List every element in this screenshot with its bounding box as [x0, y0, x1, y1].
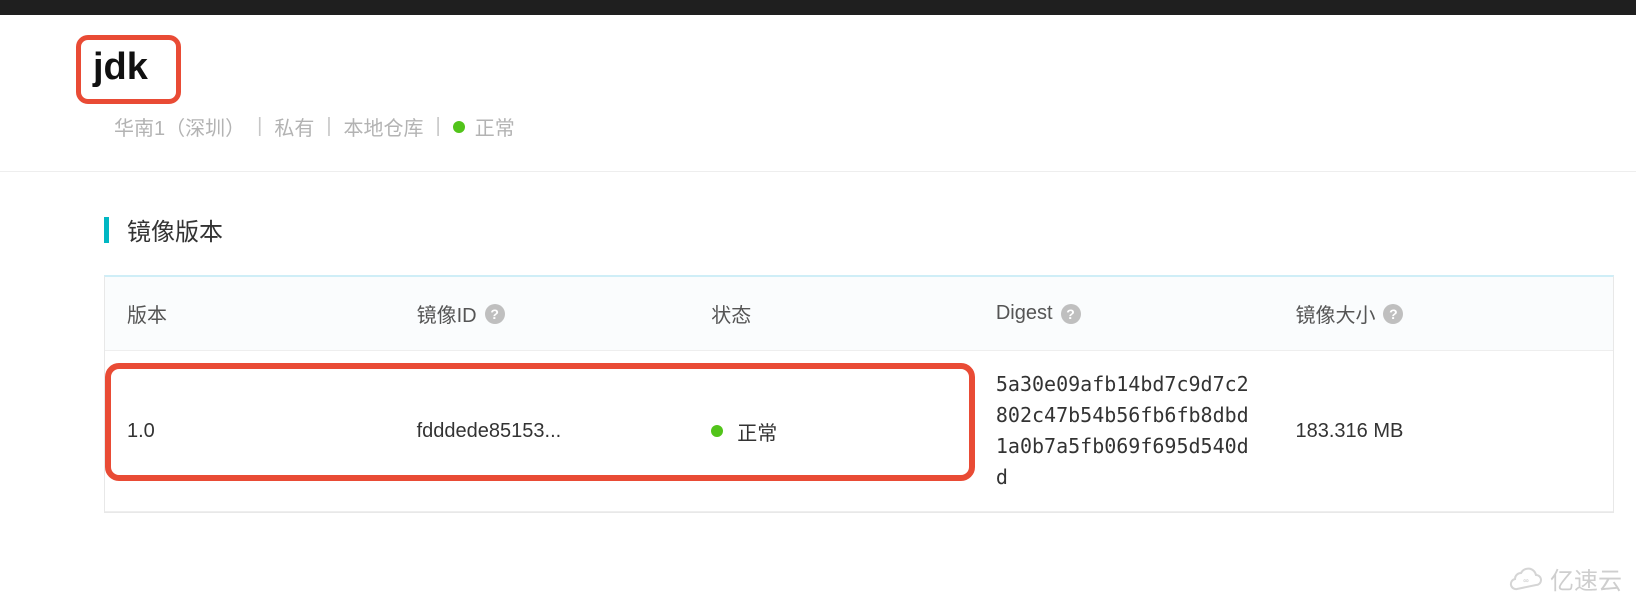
th-size[interactable]: 镜像大小 ?	[1273, 299, 1613, 328]
cell-digest: 5a30e09afb14bd7c9d7c2802c47b54b56fb6fb8d…	[974, 351, 1274, 511]
header: jdk 华南1（深圳） | 私有 | 本地仓库 | 正常	[0, 15, 1636, 172]
cloud-icon: ∞	[1508, 567, 1544, 591]
section-title: 镜像版本	[104, 212, 1636, 247]
top-bar	[0, 0, 1636, 15]
content: 镜像版本 版本 镜像ID ? 状态 Digest ? 镜像大小 ?	[0, 172, 1636, 513]
status-dot-icon	[711, 425, 723, 437]
cell-version-value: 1.0	[127, 420, 155, 443]
watermark-text: 亿速云	[1550, 561, 1622, 596]
th-version-label: 版本	[127, 299, 167, 328]
title-highlight-box: jdk	[76, 35, 181, 104]
help-icon[interactable]: ?	[485, 304, 505, 324]
meta-line: 华南1（深圳） | 私有 | 本地仓库 | 正常	[114, 112, 1636, 141]
table-row[interactable]: 1.0 fdddede85153... 正常 5a30e09afb14bd7c9…	[105, 351, 1613, 512]
help-icon[interactable]: ?	[1061, 304, 1081, 324]
meta-status: 正常	[475, 112, 515, 141]
meta-visibility: 私有	[274, 112, 314, 141]
section-accent-bar	[104, 217, 109, 243]
watermark: ∞ 亿速云	[1508, 561, 1622, 596]
help-icon[interactable]: ?	[1383, 304, 1403, 324]
cell-digest-value: 5a30e09afb14bd7c9d7c2802c47b54b56fb6fb8d…	[996, 369, 1252, 493]
cell-size: 183.316 MB	[1273, 402, 1613, 461]
cell-status-value: 正常	[737, 417, 777, 446]
svg-text:∞: ∞	[1523, 576, 1529, 585]
table-header: 版本 镜像ID ? 状态 Digest ? 镜像大小 ?	[105, 277, 1613, 351]
th-image-id-label: 镜像ID	[417, 299, 477, 328]
status-dot-icon	[453, 121, 465, 133]
th-status[interactable]: 状态	[689, 299, 974, 328]
cell-size-value: 183.316 MB	[1295, 420, 1403, 443]
section-title-text: 镜像版本	[127, 212, 223, 247]
th-digest-label: Digest	[996, 302, 1053, 325]
versions-table: 版本 镜像ID ? 状态 Digest ? 镜像大小 ? 1.0	[104, 275, 1614, 513]
th-size-label: 镜像大小	[1295, 299, 1375, 328]
cell-status: 正常	[689, 399, 974, 464]
separator: |	[257, 115, 262, 138]
cell-image-id: fdddede85153...	[395, 402, 690, 461]
meta-repo-type: 本地仓库	[344, 112, 424, 141]
th-image-id[interactable]: 镜像ID ?	[395, 299, 690, 328]
th-status-label: 状态	[711, 299, 751, 328]
th-version[interactable]: 版本	[105, 299, 395, 328]
cell-version: 1.0	[105, 402, 395, 461]
page-title: jdk	[93, 46, 148, 88]
th-digest[interactable]: Digest ?	[974, 302, 1274, 325]
separator: |	[436, 115, 441, 138]
meta-region: 华南1（深圳）	[114, 112, 245, 141]
separator: |	[326, 115, 331, 138]
cell-image-id-value: fdddede85153...	[417, 420, 562, 443]
